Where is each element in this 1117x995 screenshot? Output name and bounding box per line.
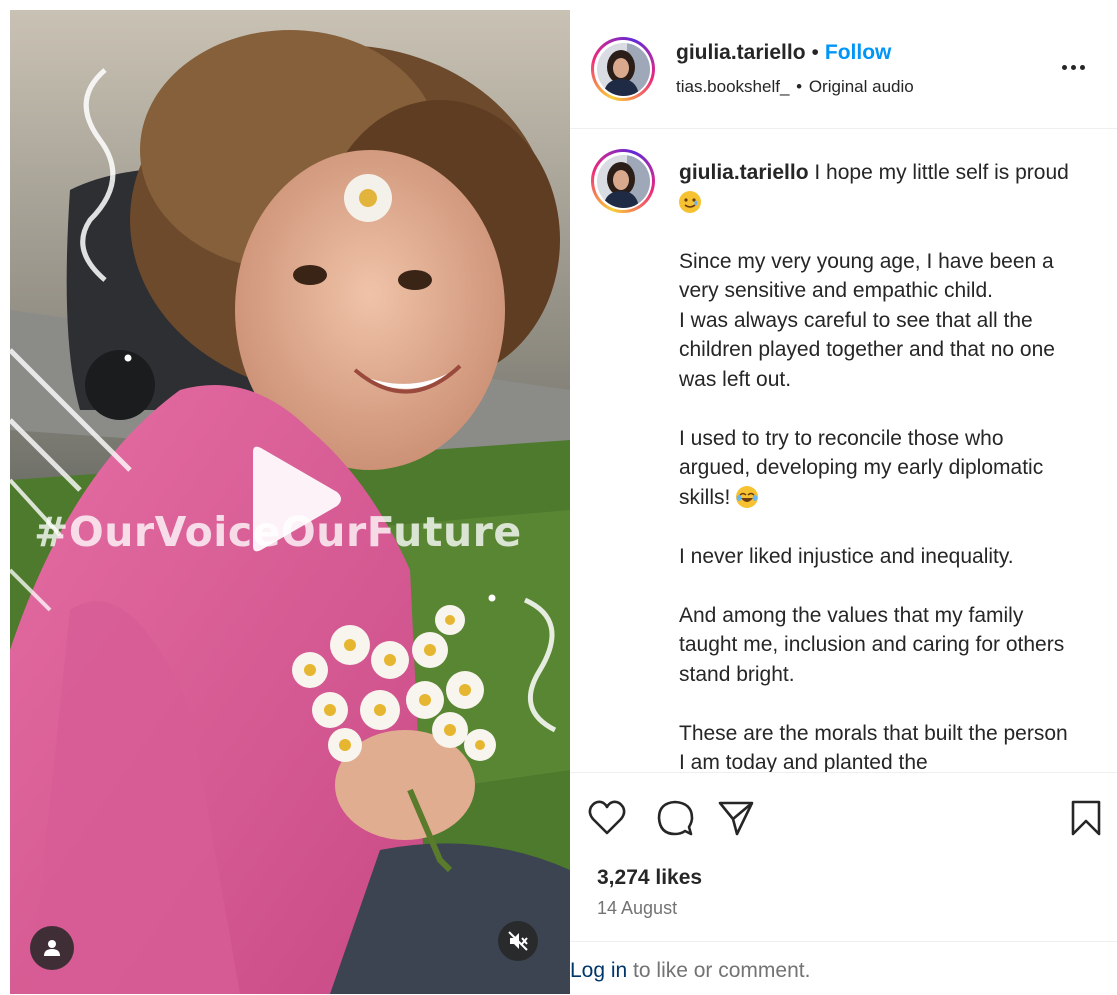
heart-icon [588, 800, 626, 835]
caption-author-avatar[interactable] [591, 149, 655, 213]
author-avatar[interactable] [591, 37, 655, 101]
caption-section: giulia.tariello I hope my little self is… [570, 129, 1117, 772]
instagram-post: #OurVoiceOurFuture [10, 10, 1117, 994]
audio-separator-dot: • [796, 77, 803, 96]
caption-paragraph: These are the morals that built the pers… [679, 721, 1068, 773]
caption-paragraph: giulia.tariello I hope my little self is… [679, 158, 1071, 217]
more-horizontal-icon [1061, 64, 1085, 70]
bookmark-icon [1071, 800, 1101, 836]
comment-button[interactable] [654, 797, 696, 839]
likes-count[interactable]: 3,274 likes [597, 866, 702, 890]
paper-plane-icon [718, 801, 754, 836]
login-prompt: Log in to like or comment. [570, 959, 810, 983]
separator-dot: • [811, 41, 819, 64]
post-header: giulia.tariello • Follow tias.bookshelf_ •… [570, 10, 1117, 129]
login-prompt-bar: Log in to like or comment. [570, 941, 1117, 995]
caption-username[interactable]: giulia.tariello [679, 161, 809, 184]
author-username[interactable]: giulia.tariello [676, 41, 806, 64]
like-button[interactable] [586, 797, 628, 839]
speech-bubble-icon [657, 800, 694, 836]
tagged-users-button[interactable] [30, 926, 74, 970]
login-link[interactable]: Log in [570, 959, 627, 982]
caption-paragraph: I never liked injustice and inequality. [679, 544, 1014, 568]
profile-photo [596, 42, 650, 96]
author-line: giulia.tariello • Follow [676, 41, 891, 65]
follow-button[interactable]: Follow [825, 41, 892, 64]
play-button[interactable] [240, 444, 350, 554]
person-icon [44, 940, 60, 956]
audio-title-link[interactable]: Original audio [809, 77, 914, 96]
audio-author-link[interactable]: tias.bookshelf_ [676, 77, 789, 96]
audio-line: tias.bookshelf_ • Original audio [676, 77, 914, 97]
speaker-muted-icon [508, 931, 528, 951]
caption-paragraph: I used to try to reconcile those who arg… [679, 426, 1044, 509]
share-button[interactable] [715, 797, 757, 839]
profile-photo [596, 154, 650, 208]
login-prompt-rest: to like or comment. [627, 959, 811, 982]
more-options-button[interactable] [1055, 60, 1091, 74]
caption-paragraph: And among the values that my family taug… [679, 603, 1065, 686]
post-details-panel: giulia.tariello • Follow tias.bookshelf_ •… [570, 10, 1117, 994]
play-icon [253, 446, 341, 552]
caption-paragraph: Since my very young age, I have been a v… [679, 249, 1055, 391]
face-with-tears-of-joy-emoji [736, 485, 759, 508]
reel-media[interactable]: #OurVoiceOurFuture [10, 10, 570, 994]
mute-toggle-button[interactable] [498, 921, 538, 961]
save-button[interactable] [1065, 797, 1107, 839]
caption-text: giulia.tariello I hope my little self is… [679, 158, 1071, 772]
post-date: 14 August [597, 898, 678, 918]
smiling-face-with-tear-emoji [679, 190, 701, 213]
